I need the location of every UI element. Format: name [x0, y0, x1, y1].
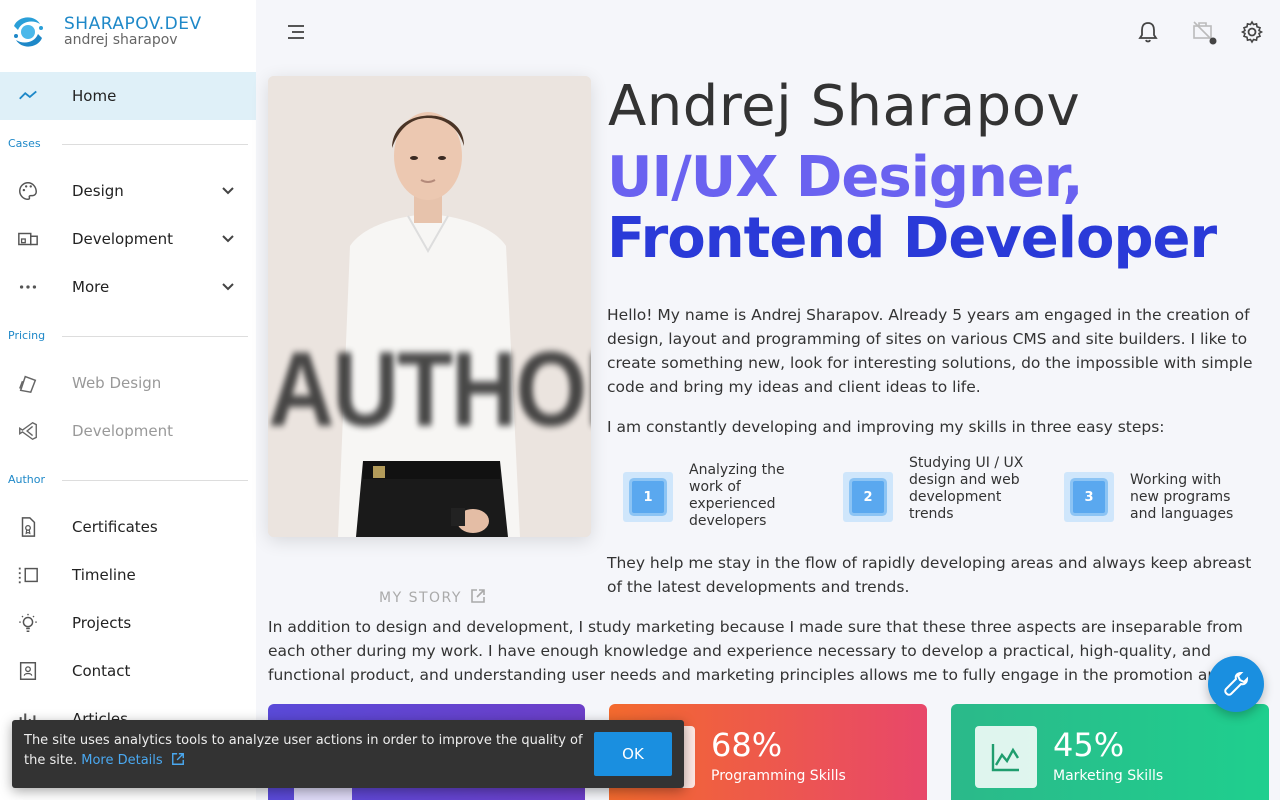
devices-icon [16, 227, 40, 251]
cookie-banner: The site uses analytics tools to analyze… [12, 720, 684, 788]
sidebar-item-timeline[interactable]: Timeline [0, 551, 256, 599]
tools-fab-button[interactable] [1208, 656, 1264, 712]
trending-chart-icon [975, 726, 1037, 788]
flow-paragraph: They help me stay in the flow of rapidly… [607, 554, 1252, 596]
author-photo: AUTHOR [268, 76, 591, 537]
sidebar-item-label: Design [72, 182, 124, 200]
chevron-down-icon [218, 227, 238, 251]
sidebar-item-label: Projects [72, 614, 132, 632]
sidebar-item-more[interactable]: More [0, 263, 256, 311]
brand-logo-icon [8, 12, 48, 52]
divider [62, 144, 248, 145]
sidebar-item-development-pricing[interactable]: Development [0, 407, 256, 455]
notifications-bell-icon[interactable] [1134, 18, 1162, 46]
brand-subtitle: andrej sharapov [64, 32, 178, 48]
cookie-text: The site uses analytics tools to analyze… [24, 731, 584, 771]
my-story-label: MY STORY [379, 590, 462, 606]
chevron-down-icon [218, 179, 238, 203]
step-text: Studying UI / UX design and web developm… [909, 455, 1024, 522]
step-2: 2 Studying UI / UX design and web develo… [843, 455, 1043, 534]
code-editor-icon [16, 419, 40, 443]
section-label-pricing: Pricing [8, 329, 46, 342]
stat-value: 45% [1053, 726, 1125, 764]
sidebar-item-design[interactable]: Design [0, 167, 256, 215]
contact-card-icon [16, 659, 40, 683]
cookie-ok-button[interactable]: OK [594, 732, 672, 776]
home-icon [16, 84, 40, 108]
step-3: 3 Working with new programs and language… [1064, 462, 1264, 534]
lightbulb-icon [16, 611, 40, 635]
step-number-badge: 3 [1064, 472, 1114, 522]
stat-label: Programming Skills [711, 768, 846, 784]
stat-label: Marketing Skills [1053, 768, 1164, 784]
brand-name: SHARAPOV.DEV [64, 14, 202, 34]
sidebar-item-development[interactable]: Development [0, 215, 256, 263]
sidebar-item-projects[interactable]: Projects [0, 599, 256, 647]
hero-name: Andrej Sharapov [608, 74, 1081, 139]
my-story-link[interactable]: MY STORY [379, 588, 486, 608]
palette-icon [16, 179, 40, 203]
stat-card-marketing: 45% Marketing Skills [951, 704, 1269, 800]
settings-gear-icon[interactable] [1238, 18, 1266, 46]
divider [62, 336, 248, 337]
sidebar-item-label: Home [72, 87, 117, 105]
divider [62, 480, 248, 481]
sidebar-item-certificates[interactable]: Certificates [0, 503, 256, 551]
step-1: 1 Analyzing the work of experienced deve… [623, 462, 823, 534]
section-label-cases: Cases [8, 137, 41, 150]
marketing-paragraph: In addition to design and development, I… [268, 618, 1243, 684]
section-label-author: Author [8, 473, 46, 486]
sidebar-item-web-design-pricing[interactable]: Web Design [0, 359, 256, 407]
cards-icon [16, 371, 40, 395]
sidebar-item-label: Development [72, 422, 173, 440]
hero-role-line-2: Frontend Developer [607, 206, 1217, 271]
stat-value: 68% [711, 726, 783, 764]
step-number-badge: 1 [623, 472, 673, 522]
wrench-icon [1224, 671, 1249, 696]
sidebar-item-home[interactable]: Home [0, 72, 256, 120]
external-link-icon [171, 753, 184, 765]
step-text: Working with new programs and languages [1130, 472, 1234, 522]
step-text: Analyzing the work of experienced develo… [689, 462, 785, 529]
sidebar-item-contact[interactable]: Contact [0, 647, 256, 695]
timeline-icon [16, 563, 40, 587]
brand[interactable]: SHARAPOV.DEV andrej sharapov [8, 10, 248, 60]
sidebar-item-label: Development [72, 230, 173, 248]
intro-paragraph: Hello! My name is Andrej Sharapov. Alrea… [607, 306, 1253, 396]
more-dots-icon [16, 275, 40, 299]
cart-icon[interactable] [1190, 18, 1218, 46]
certificate-icon [16, 515, 40, 539]
sidebar-item-label: More [72, 278, 110, 296]
step-number-badge: 2 [843, 472, 893, 522]
external-link-icon [470, 588, 486, 608]
sidebar: SHARAPOV.DEV andrej sharapov Home Cases … [0, 0, 256, 800]
menu-toggle-button[interactable] [282, 18, 310, 46]
cookie-more-details-link[interactable]: More Details [81, 753, 185, 768]
sidebar-item-label: Certificates [72, 518, 158, 536]
sidebar-item-label: Contact [72, 662, 131, 680]
photo-overlay-text: AUTHOR [268, 331, 591, 449]
sidebar-item-label: Web Design [72, 374, 162, 392]
hero-role-line-1: UI/UX Designer, [607, 145, 1083, 210]
steps-intro: I am constantly developing and improving… [607, 418, 1165, 436]
sidebar-item-label: Timeline [72, 566, 136, 584]
chevron-down-icon [218, 275, 238, 299]
